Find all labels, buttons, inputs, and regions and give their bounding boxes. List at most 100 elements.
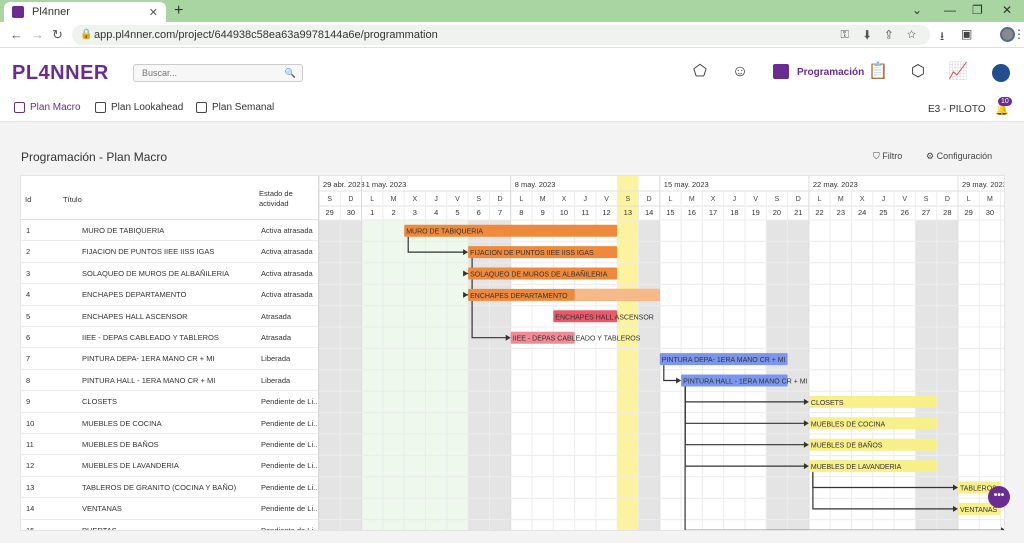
omnibox-actions-icon[interactable]: ⚿ ⬇ ⇪ ☆ — [840, 25, 922, 45]
day-number: 29 — [325, 208, 333, 217]
address-bar: ← → ↻ 🔒 app.pl4nner.com/project/644938c5… — [0, 22, 1024, 48]
table-row[interactable]: 8 PINTURA HALL - 1ERA MANO CR + MI Liberad… — [21, 370, 318, 392]
row-id: 7 — [26, 354, 31, 364]
row-title: PUERTAS — [82, 525, 117, 531]
row-status: Pendiente de Li... — [261, 440, 317, 449]
chart-icon[interactable]: 📈 — [948, 62, 968, 82]
filter-button[interactable]: ⛉ Filtro — [873, 151, 902, 162]
search-box[interactable]: 🔍 — [133, 64, 303, 82]
window-close-icon[interactable]: ✕ — [1002, 3, 1012, 17]
search-input[interactable] — [142, 65, 282, 81]
search-icon[interactable]: 🔍 — [285, 68, 296, 79]
day-number: 10 — [560, 208, 568, 217]
table-row[interactable]: 12 MUEBLES DE LAVANDERIA Pendiente de Li..… — [21, 455, 318, 477]
gantt-panel: Id Título Estado de actividad 1 MURO DE T… — [20, 175, 1005, 531]
day-number: 29 — [964, 208, 972, 217]
row-status: Activa atrasada — [261, 290, 313, 300]
day-letter: S — [775, 196, 780, 203]
download-icon[interactable]: ⭳ — [940, 27, 944, 48]
col-id: Id — [25, 195, 32, 204]
day-number: 4 — [434, 208, 438, 217]
calendar-icon[interactable] — [773, 64, 789, 79]
row-id: 1 — [26, 226, 31, 235]
day-number: 27 — [922, 208, 930, 217]
day-letter: D — [647, 196, 652, 203]
table-row[interactable]: 4 ENCHAPES DEPARTAMENTO Activa atrasada — [21, 284, 318, 306]
restore-icon[interactable]: ❐ — [972, 3, 983, 17]
team-icon[interactable]: ☺ — [730, 62, 750, 82]
day-letter: M — [987, 196, 993, 203]
day-letter: M — [540, 196, 546, 203]
table-row[interactable]: 11 MUEBLES DE BAÑOS Pendiente de Li... — [21, 434, 318, 456]
row-id: 15 — [26, 525, 35, 531]
task-bar-label: MURO DE TABIQUERIA — [406, 229, 483, 236]
row-id: 9 — [26, 397, 31, 407]
row-status: Pendiente de Li... — [261, 482, 317, 492]
row-title: PINTURA DEPA- 1ERA MANO CR + MI — [82, 354, 215, 364]
browser-tab[interactable]: Pl4nner ✕ — [4, 2, 166, 22]
table-row[interactable]: 1 MURO DE TABIQUERIA Activa atrasada — [21, 220, 318, 242]
back-icon[interactable]: ← — [10, 27, 23, 42]
config-label: Configuración — [936, 151, 993, 161]
table-row[interactable]: 13 TABLEROS DE GRANITO (COCINA Y BAÑO) Pen… — [21, 477, 318, 499]
weekend-column — [489, 220, 511, 530]
gantt-chart: 29 abr. 2023 1 may. 2023 8 may. 2023 15 may… — [318, 176, 1005, 530]
profile-icon[interactable] — [1000, 27, 1015, 42]
day-letter: L — [967, 196, 971, 203]
tab-search-icon[interactable]: ⌄ — [912, 3, 922, 17]
more-actions-button[interactable]: ••• — [988, 486, 1010, 508]
url-field[interactable]: 🔒 app.pl4nner.com/project/644938c58ea63a… — [72, 25, 930, 45]
table-row[interactable]: 14 VENTANAS Pendiente de Li... — [21, 498, 318, 520]
day-letter: V — [455, 196, 460, 203]
table-row[interactable]: 5 ENCHAPES HALL ASCENSOR Atrasada — [21, 306, 318, 327]
table-header: Id Título Estado de actividad — [21, 176, 318, 220]
new-tab-icon[interactable]: + — [174, 2, 183, 20]
day-number: 21 — [794, 208, 802, 217]
row-title: ENCHAPES DEPARTAMENTO — [82, 290, 187, 300]
table-row[interactable]: 15 PUERTAS Pendiente de Li... — [21, 520, 318, 531]
project-name[interactable]: E3 - PILOTO — [928, 104, 986, 115]
tab-label: Plan Macro — [30, 102, 81, 113]
day-number: 14 — [645, 208, 653, 217]
row-title: ENCHAPES HALL ASCENSOR — [82, 311, 188, 321]
reload-icon[interactable]: ↻ — [52, 27, 63, 43]
task-bar-label: VENTANAS — [960, 507, 998, 514]
row-status: Pendiente de Li... — [261, 418, 317, 428]
minimize-icon[interactable]: — — [944, 3, 956, 17]
weekend-column — [468, 220, 490, 530]
sidepanel-icon[interactable]: ▣ — [961, 27, 972, 41]
day-letter: D — [498, 196, 503, 203]
row-title: MUEBLES DE COCINA — [82, 418, 162, 428]
forward-icon[interactable]: → — [31, 27, 44, 42]
day-number: 16 — [688, 208, 696, 217]
row-id: 10 — [26, 418, 35, 428]
tab-plan-macro[interactable]: Plan Macro — [14, 102, 81, 113]
user-avatar[interactable] — [992, 64, 1010, 82]
nav-programacion[interactable]: Programación — [797, 67, 864, 78]
task-bar-label: PINTURA HALL - 1ERA MANO CR + MI — [683, 379, 807, 386]
row-status: Atrasada — [261, 311, 292, 321]
row-id: 14 — [26, 504, 35, 514]
config-button[interactable]: ⚙ Configuración — [926, 151, 992, 162]
tab-close-icon[interactable]: ✕ — [149, 6, 158, 19]
tab-label: Plan Lookahead — [111, 102, 184, 113]
day-letter: L — [668, 196, 672, 203]
tab-label: Plan Semanal — [212, 102, 275, 113]
tab-plan-semanal[interactable]: Plan Semanal — [196, 102, 274, 113]
day-letter: V — [902, 196, 907, 203]
clipboard-icon[interactable]: 📋 — [868, 62, 888, 82]
task-bar-label: MUEBLES DE BAÑOS — [811, 441, 883, 450]
table-row[interactable]: 9 CLOSETS Pendiente de Li... — [21, 391, 318, 413]
hexagon-icon[interactable]: ⬡ — [908, 62, 928, 82]
app-logo[interactable]: PL4NNER — [12, 62, 109, 85]
table-row[interactable]: 10 MUEBLES DE COCINA Pendiente de Li... — [21, 413, 318, 434]
table-row[interactable]: 2 FIJACION DE PUNTOS IIEE IISS IGAS Activa… — [21, 241, 318, 263]
week-label: 29 may. 2023 — [962, 180, 1005, 189]
table-row[interactable]: 6 IIEE - DEPAS CABLEADO Y TABLEROS Atrasad… — [21, 327, 318, 349]
table-row[interactable]: 3 SOLAQUEO DE MUROS DE ALBAÑILERIA Activa … — [21, 263, 318, 285]
table-row[interactable]: 7 PINTURA DEPA- 1ERA MANO CR + MI Liberada — [21, 348, 318, 370]
pentagon-icon[interactable]: ⬠ — [690, 62, 710, 82]
tab-plan-lookahead[interactable]: Plan Lookahead — [95, 102, 183, 113]
row-title: VENTANAS — [82, 504, 122, 514]
sub-navigation: Plan Macro Plan Lookahead Plan Semanal — [0, 96, 1024, 122]
